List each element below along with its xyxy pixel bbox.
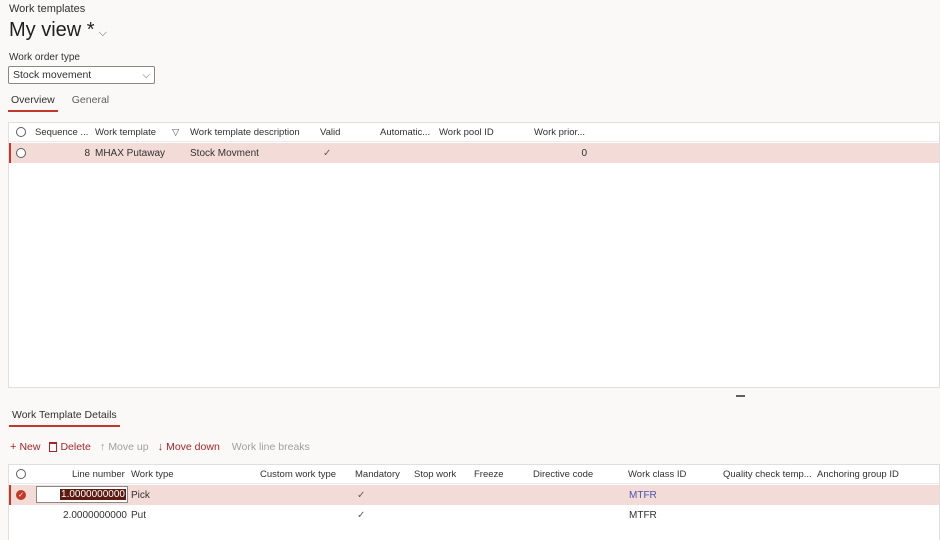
- table-row[interactable]: ✓ 1.0000000000 Pick ✓ MTFR: [9, 485, 939, 505]
- col-work-template[interactable]: Work template: [95, 123, 156, 141]
- move-up-label: Move up: [108, 441, 149, 453]
- pane-splitter-handle[interactable]: [736, 395, 745, 397]
- col-stop-work[interactable]: Stop work: [414, 465, 456, 483]
- arrow-down-icon: ↓: [157, 441, 164, 453]
- col-line-number[interactable]: Line number: [72, 465, 125, 483]
- col-mandatory[interactable]: Mandatory: [355, 465, 400, 483]
- cell-work-class-id: MTFR: [629, 509, 657, 521]
- mandatory-check-icon: ✓: [357, 489, 366, 501]
- new-button[interactable]: + New: [10, 441, 40, 453]
- col-work-pool-id[interactable]: Work pool ID: [439, 123, 494, 141]
- col-description[interactable]: Work template description: [190, 123, 300, 141]
- page-title: My view *: [9, 19, 95, 41]
- breadcrumb: Work templates: [9, 3, 86, 15]
- col-sequence[interactable]: Sequence ...: [35, 123, 88, 141]
- work-line-breaks-button[interactable]: Work line breaks: [232, 441, 310, 453]
- valid-check-icon: ✓: [323, 147, 332, 159]
- chevron-down-icon: ⌵: [98, 27, 107, 39]
- col-valid[interactable]: Valid: [320, 123, 340, 141]
- new-label: New: [19, 441, 41, 453]
- col-directive-code[interactable]: Directive code: [533, 465, 593, 483]
- work-order-type-select[interactable]: Stock movement ⌵: [8, 66, 155, 84]
- arrow-up-icon: ↑: [99, 441, 106, 453]
- chevron-down-icon: ⌵: [142, 69, 150, 81]
- select-all-radio[interactable]: [16, 465, 26, 483]
- delete-label: Delete: [60, 441, 91, 453]
- cell-description: Stock Movment: [190, 147, 259, 159]
- row-selected-check[interactable]: ✓: [16, 485, 26, 505]
- col-quality-check[interactable]: Quality check temp...: [723, 465, 812, 483]
- row-radio[interactable]: [16, 143, 26, 163]
- line-number-input[interactable]: 1.0000000000: [36, 486, 128, 503]
- col-automatic[interactable]: Automatic...: [380, 123, 430, 141]
- col-work-type[interactable]: Work type: [131, 465, 174, 483]
- table-row[interactable]: 8 MHAX Putaway Stock Movment ✓ 0: [9, 143, 939, 163]
- work-class-id-link[interactable]: MTFR: [629, 485, 657, 505]
- cell-line-number: 2.0000000000: [63, 509, 127, 521]
- table-row[interactable]: 2.0000000000 Put ✓ MTFR: [9, 505, 939, 525]
- plus-icon: +: [10, 441, 17, 453]
- mandatory-check-icon: ✓: [357, 509, 366, 521]
- work-templates-grid: Sequence ... Work template ▽ Work templa…: [8, 122, 940, 388]
- move-up-button[interactable]: ↑ Move up: [100, 441, 149, 453]
- cell-work-type: Put: [131, 509, 147, 521]
- details-toolbar: + New Delete ↑ Move up ↓ Move down Work …: [10, 441, 310, 453]
- work-order-type-value: Stock movement: [13, 69, 92, 81]
- trash-icon: [49, 442, 58, 452]
- col-work-priority[interactable]: Work prior...: [534, 123, 585, 141]
- tab-work-template-details[interactable]: Work Template Details: [9, 409, 120, 427]
- work-order-type-label: Work order type: [9, 52, 80, 63]
- delete-button[interactable]: Delete: [49, 441, 91, 453]
- tab-overview[interactable]: Overview: [8, 94, 58, 112]
- col-anchoring-group-id[interactable]: Anchoring group ID: [817, 465, 899, 483]
- cell-work-type: Pick: [131, 489, 150, 501]
- col-custom-work-type[interactable]: Custom work type: [260, 465, 336, 483]
- select-all-radio[interactable]: [16, 123, 26, 141]
- cell-work-template: MHAX Putaway: [95, 147, 166, 159]
- tab-bar: Overview General: [8, 94, 112, 112]
- col-freeze[interactable]: Freeze: [474, 465, 504, 483]
- col-work-class-id[interactable]: Work class ID: [628, 465, 686, 483]
- work-template-lines-grid: Line number Work type Custom work type M…: [8, 464, 940, 540]
- view-selector[interactable]: My view * ⌵: [9, 19, 107, 42]
- grid-header: Line number Work type Custom work type M…: [9, 465, 939, 484]
- tab-general[interactable]: General: [69, 94, 112, 112]
- filter-icon[interactable]: ▽: [172, 123, 179, 141]
- grid-header: Sequence ... Work template ▽ Work templa…: [9, 123, 939, 142]
- cell-work-priority: 0: [581, 147, 587, 159]
- move-down-button[interactable]: ↓ Move down: [158, 441, 220, 453]
- line-number-value: 1.0000000000: [60, 489, 126, 500]
- cell-sequence: 8: [84, 147, 90, 159]
- move-down-label: Move down: [166, 441, 220, 453]
